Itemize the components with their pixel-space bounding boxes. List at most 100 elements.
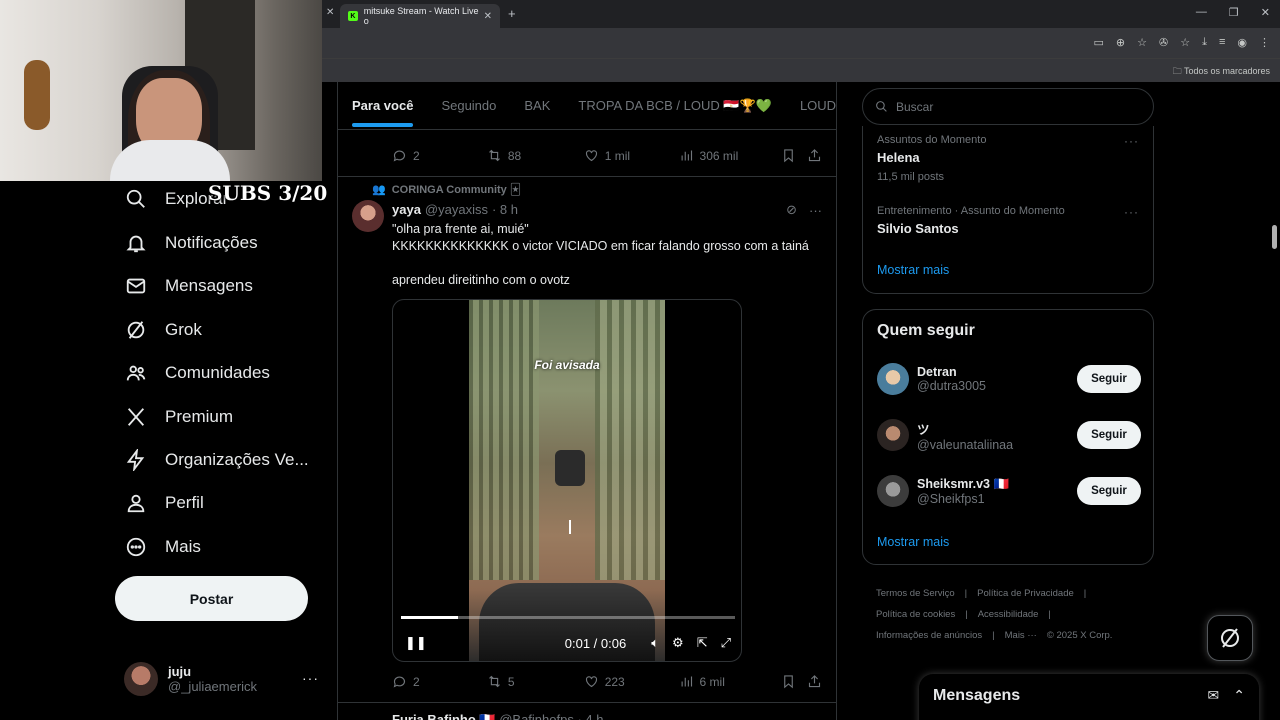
tab-tropa-da-bcb[interactable]: TROPA DA BCB / LOUD 🇪🇬🏆💚 [564, 98, 786, 114]
timeline: Para você Seguindo BAK TROPA DA BCB / LO… [337, 82, 837, 720]
post-author-name[interactable]: yaya [392, 202, 421, 217]
all-bookmarks-button[interactable]: 🗀 Todos os marcadores [1173, 64, 1270, 80]
webcam-streamer-body [110, 140, 230, 181]
nav-mais[interactable]: Mais [125, 533, 201, 561]
heart-icon [585, 150, 597, 162]
video-player[interactable]: Foi avisada ❚❚ 0:01 / 0:06 🔈︎ ⚙ ⇱ ⤢ [392, 299, 742, 662]
toolbar-icons: ▭ ⊕ ☆ ✇ ☆ ⤓ ≡ ◉ ⋮ [1094, 36, 1271, 49]
search-input[interactable]: Buscar [862, 88, 1154, 125]
new-tab-icon[interactable]: + [508, 6, 516, 21]
follow-button[interactable]: Seguir [1077, 421, 1141, 449]
reply-count: 2 [413, 674, 420, 689]
zoom-icon[interactable]: ⊕ [1116, 36, 1125, 49]
more-icon[interactable]: ··· [302, 670, 319, 686]
nav-perfil[interactable]: Perfil [125, 489, 204, 517]
tab-seguindo[interactable]: Seguindo [427, 98, 510, 113]
post-button[interactable]: Postar [115, 576, 308, 621]
post-author-handle[interactable]: @yayaxiss [425, 202, 488, 217]
next-post-author[interactable]: Furia Bafinho 🇫🇷 [392, 712, 496, 720]
trend-item[interactable]: Assuntos do Momento Helena 11,5 mil post… [877, 134, 1139, 183]
more-icon[interactable]: ··· [809, 203, 822, 218]
like-button[interactable]: 223 [584, 674, 679, 689]
page-scrollbar[interactable] [1272, 225, 1277, 249]
footer-link-terms[interactable]: Termos de Serviço [876, 588, 955, 599]
lightning-icon [126, 449, 145, 471]
grok-button[interactable] [1207, 615, 1253, 661]
expand-icon[interactable]: ⌃ [1233, 687, 1245, 704]
tab-bak[interactable]: BAK [510, 98, 564, 113]
trend-item[interactable]: Entretenimento · Assunto do Momento Silv… [877, 205, 1139, 236]
follow-suggestion[interactable]: Detran @dutra3005 Seguir [877, 361, 1141, 397]
reply-button[interactable]: 2 [392, 674, 487, 689]
media-icon[interactable]: ≡ [1219, 36, 1225, 49]
extension-icon[interactable]: ✇ [1159, 36, 1168, 49]
profile-icon[interactable]: ◉ [1237, 36, 1247, 49]
video-time: 0:01 / 0:06 [564, 635, 627, 651]
popout-icon[interactable]: ⇱ [697, 635, 708, 651]
pause-icon[interactable]: ❚❚ [405, 635, 427, 651]
grok-icon[interactable]: ⊘ [786, 202, 797, 218]
show-more-trends-link[interactable]: Mostrar mais [877, 263, 949, 277]
browser-tab[interactable]: K mitsuke Stream - Watch Live o ✕ [340, 4, 500, 28]
follow-button[interactable]: Seguir [1077, 477, 1141, 505]
reply-button[interactable]: 2 [392, 148, 487, 163]
fullscreen-icon[interactable]: ⤢ [721, 635, 731, 651]
views-button[interactable]: 6 mil [679, 674, 782, 689]
window-close-icon[interactable]: ✕ [1261, 6, 1270, 19]
more-icon[interactable]: ··· [1124, 205, 1139, 219]
tab-para-voce[interactable]: Para você [338, 98, 427, 127]
nav-comunidades[interactable]: Comunidades [125, 359, 270, 387]
settings-icon[interactable]: ⚙ [672, 635, 684, 651]
close-tab-icon[interactable]: ✕ [484, 11, 492, 22]
nav-grok[interactable]: Grok [125, 316, 202, 344]
like-button[interactable]: 1 mil [584, 148, 679, 163]
volume-icon[interactable]: 🔈︎ [651, 635, 659, 651]
nav-notificacoes[interactable]: Notificações [125, 229, 258, 257]
restore-icon[interactable]: ❐ [1229, 6, 1239, 19]
nav-premium[interactable]: Premium [125, 403, 233, 431]
cast-icon[interactable]: ▭ [1094, 36, 1104, 49]
post-time[interactable]: · 8 h [492, 202, 518, 217]
footer-link-cookies[interactable]: Política de cookies [876, 609, 955, 620]
follow-suggestion[interactable]: ツ @valeunataliinaa Seguir [877, 417, 1141, 453]
footer-link-accessibility[interactable]: Acessibilidade [978, 609, 1039, 620]
community-label[interactable]: 👥 CORINGA Community 🃏 [372, 183, 521, 196]
window-controls: — ❐ ✕ [1196, 6, 1270, 19]
nav-organizacoes[interactable]: Organizações Ve... [125, 446, 309, 474]
views-button[interactable]: 306 mil [679, 148, 782, 163]
messages-drawer[interactable]: Mensagens ✉ ⌃ [919, 674, 1259, 720]
tab-loud[interactable]: LOUD Co [786, 98, 836, 113]
avatar[interactable] [352, 200, 384, 232]
video-progress-bar[interactable] [401, 616, 735, 619]
address-bar[interactable]: ▭ ⊕ ☆ ✇ ☆ ⤓ ≡ ◉ ⋮ [322, 28, 1280, 58]
footer-link-more[interactable]: Mais ··· [1005, 630, 1037, 641]
post-header: yaya @yayaxiss · 8 h [392, 202, 518, 217]
bookmarks-icon[interactable]: ☆ [1180, 36, 1190, 49]
video-caption: Foi avisada [534, 358, 600, 372]
footer-link-privacy[interactable]: Política de Privacidade [977, 588, 1074, 599]
repost-button[interactable]: 88 [487, 148, 584, 163]
footer-link-ads-info[interactable]: Informações de anúncios [876, 630, 982, 641]
show-more-follow-link[interactable]: Mostrar mais [877, 535, 949, 549]
follow-suggestion[interactable]: Sheiksmr.v3 🇫🇷 @Sheikfps1 Seguir [877, 473, 1141, 509]
share-button[interactable] [807, 148, 822, 163]
close-tab-icon[interactable]: ✕ [326, 7, 334, 18]
repost-icon [488, 149, 500, 162]
next-post-handle[interactable]: @Bafinhofps · 4 h [499, 712, 603, 720]
nav-notificacoes-label: Notificações [165, 233, 258, 252]
account-switcher[interactable]: juju @_juliaemerick ··· [124, 662, 324, 696]
follow-button[interactable]: Seguir [1077, 365, 1141, 393]
nav-mensagens[interactable]: Mensagens [125, 272, 253, 300]
minimize-icon[interactable]: — [1196, 6, 1207, 19]
bookmark-button[interactable] [781, 148, 807, 163]
menu-icon[interactable]: ⋮ [1259, 36, 1270, 49]
repost-button[interactable]: 5 [487, 674, 584, 689]
more-icon[interactable]: ··· [1124, 134, 1139, 148]
download-icon[interactable]: ⤓ [1202, 36, 1207, 49]
new-message-icon[interactable]: ✉ [1208, 687, 1220, 704]
share-button[interactable] [807, 674, 822, 689]
star-icon[interactable]: ☆ [1137, 36, 1147, 49]
trend-meta: Entretenimento · Assunto do Momento [877, 205, 1065, 217]
like-count: 223 [604, 674, 625, 689]
bookmark-button[interactable] [781, 674, 807, 689]
